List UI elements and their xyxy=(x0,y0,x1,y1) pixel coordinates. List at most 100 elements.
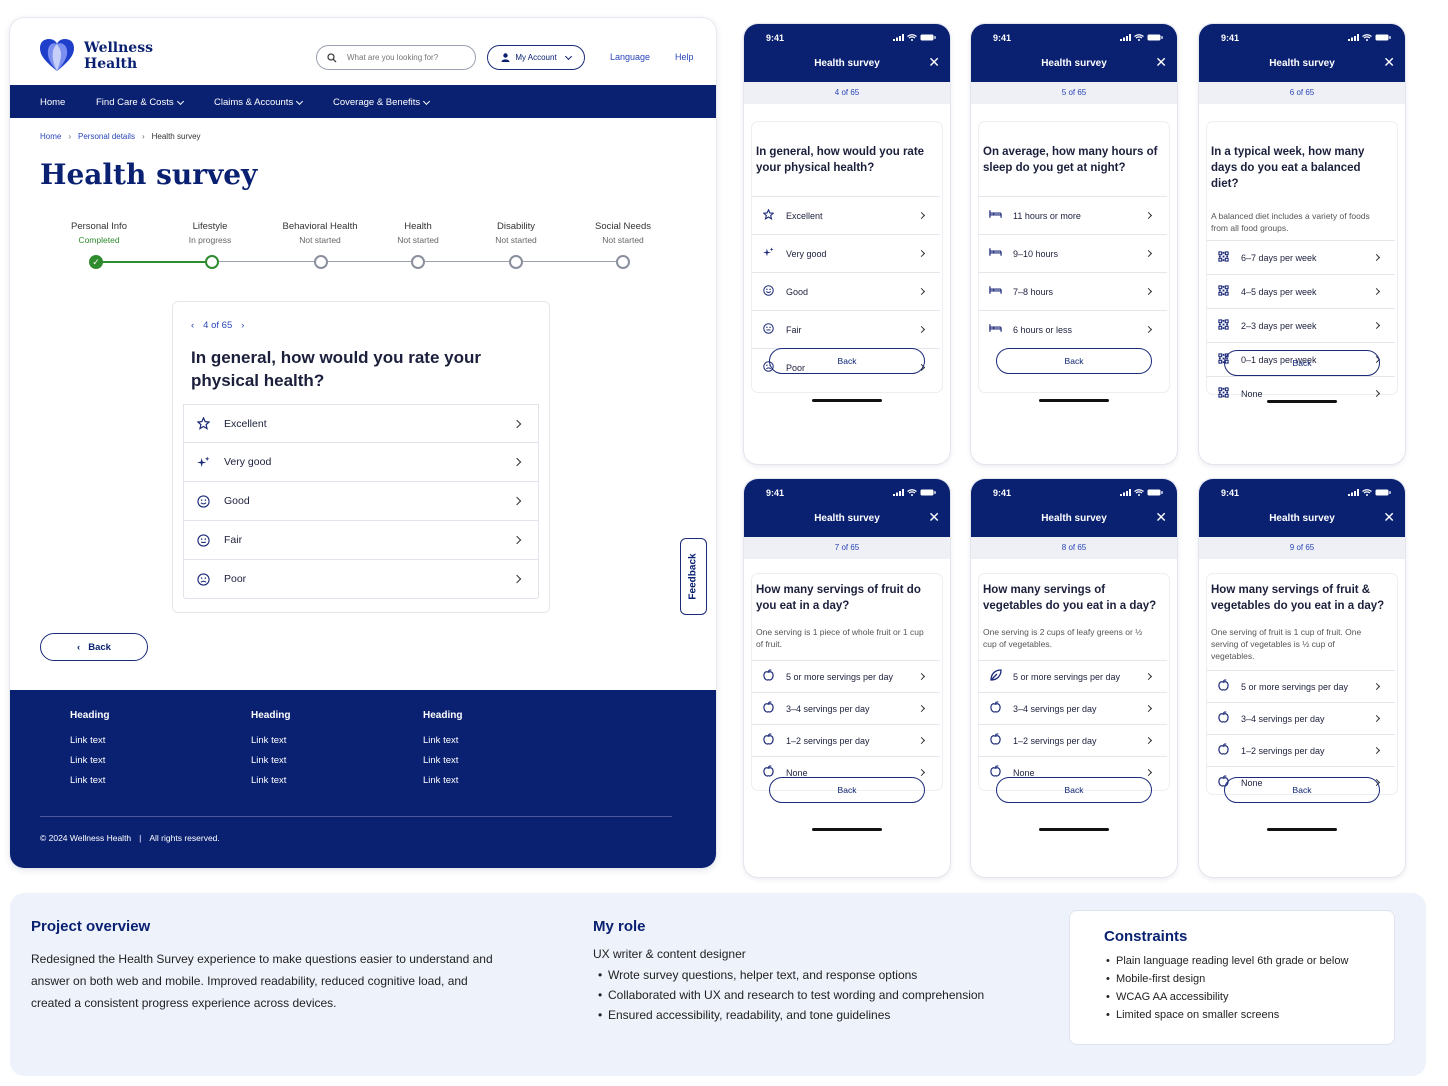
stepper-line-complete xyxy=(96,261,212,263)
chevron-right-icon xyxy=(1144,249,1153,258)
option-label: Very good xyxy=(224,456,272,468)
phone-title: Health survey xyxy=(1269,58,1335,69)
option-item[interactable]: 3–4 servings per day xyxy=(1207,702,1395,734)
footer-link[interactable]: Link text xyxy=(423,775,462,786)
nav-find-care[interactable]: Find Care & Costs xyxy=(96,97,184,108)
footer-link[interactable]: Link text xyxy=(423,755,462,766)
chevron-down-icon xyxy=(296,97,304,105)
status-time: 9:41 xyxy=(1221,33,1240,43)
search-field[interactable] xyxy=(316,45,476,70)
option-label: 3–4 servings per day xyxy=(786,703,870,714)
option-item[interactable]: None xyxy=(1207,376,1395,410)
close-icon[interactable]: ✕ xyxy=(928,54,940,71)
option-item[interactable]: Excellent xyxy=(752,196,940,234)
option-good[interactable]: Good xyxy=(183,482,539,521)
footer-link[interactable]: Link text xyxy=(70,735,109,746)
footer-link[interactable]: Link text xyxy=(251,755,290,766)
option-item[interactable]: 5 or more servings per day xyxy=(979,660,1167,692)
close-icon[interactable]: ✕ xyxy=(1155,509,1167,526)
option-item[interactable]: 3–4 servings per day xyxy=(752,692,940,724)
option-poor[interactable]: Poor xyxy=(183,560,539,599)
phone-header: 9:41 Health survey ✕ xyxy=(744,479,950,537)
close-icon[interactable]: ✕ xyxy=(1383,509,1395,526)
footer-link[interactable]: Link text xyxy=(251,735,290,746)
phone-header: 9:41 Health survey ✕ xyxy=(1199,479,1405,537)
chevron-right-icon xyxy=(512,574,522,584)
option-label: Good xyxy=(786,286,809,297)
back-button[interactable]: Back xyxy=(769,777,925,803)
back-button[interactable]: Back xyxy=(996,348,1152,374)
close-icon[interactable]: ✕ xyxy=(1383,54,1395,71)
prev-question-icon[interactable]: ‹ xyxy=(191,320,194,331)
nav-coverage[interactable]: Coverage & Benefits xyxy=(333,97,431,108)
footer-link[interactable]: Link text xyxy=(423,735,462,746)
option-item[interactable]: 6–7 days per week xyxy=(1207,240,1395,274)
breadcrumb-personal-details[interactable]: Personal details xyxy=(78,132,135,141)
breadcrumb-home[interactable]: Home xyxy=(40,132,61,141)
option-label: 5 or more servings per day xyxy=(1013,671,1121,682)
chevron-right-icon xyxy=(917,768,926,777)
back-button[interactable]: Back xyxy=(1224,777,1380,803)
option-label: 4–5 days per week xyxy=(1241,286,1317,297)
helper-text: One serving is 1 piece of whole fruit or… xyxy=(756,627,924,649)
option-item[interactable]: 3–4 servings per day xyxy=(979,692,1167,724)
chevron-right-icon xyxy=(917,211,926,220)
star-icon xyxy=(762,207,775,223)
wellness-logo-icon xyxy=(40,39,74,71)
option-item[interactable]: 1–2 servings per day xyxy=(752,724,940,756)
constraint-bullet: Mobile-first design xyxy=(1106,970,1348,988)
option-excellent[interactable]: Excellent xyxy=(183,404,539,443)
footer-link[interactable]: Link text xyxy=(70,775,109,786)
chevron-right-icon xyxy=(1144,211,1153,220)
brand-line2: Health xyxy=(84,56,138,72)
phone-title: Health survey xyxy=(1269,513,1335,524)
nav-home-label: Home xyxy=(40,97,66,108)
phone-header: 9:41 Health survey ✕ xyxy=(744,24,950,82)
option-item[interactable]: 7–8 hours xyxy=(979,272,1167,310)
close-icon[interactable]: ✕ xyxy=(1155,54,1167,71)
language-link[interactable]: Language xyxy=(610,52,650,62)
back-button[interactable]: Back xyxy=(1224,350,1380,376)
footer-link[interactable]: Link text xyxy=(70,755,109,766)
back-button[interactable]: Back xyxy=(769,348,925,374)
chevron-right-icon xyxy=(1144,704,1153,713)
wifi-icon xyxy=(1362,34,1372,41)
option-very-good[interactable]: Very good xyxy=(183,443,539,482)
home-indicator xyxy=(812,828,882,831)
option-item[interactable]: Fair xyxy=(752,310,940,348)
my-account-button[interactable]: My Account xyxy=(487,45,585,70)
user-icon xyxy=(501,53,510,62)
option-item[interactable]: 11 hours or more xyxy=(979,196,1167,234)
back-button[interactable]: ‹ Back xyxy=(40,633,148,661)
smile-icon xyxy=(762,284,775,299)
footer-link[interactable]: Link text xyxy=(251,775,290,786)
question-card: ‹ 4 of 65 › In general, how would you ra… xyxy=(172,301,550,613)
option-item[interactable]: Very good xyxy=(752,234,940,272)
option-item[interactable]: Good xyxy=(752,272,940,310)
feedback-label: Feedback xyxy=(688,553,700,600)
next-question-icon[interactable]: › xyxy=(241,320,244,331)
option-item[interactable]: 2–3 days per week xyxy=(1207,308,1395,342)
option-item[interactable]: 5 or more servings per day xyxy=(1207,670,1395,702)
status-icons xyxy=(893,489,936,496)
nav-home[interactable]: Home xyxy=(40,97,65,108)
close-icon[interactable]: ✕ xyxy=(928,509,940,526)
option-item[interactable]: 4–5 days per week xyxy=(1207,274,1395,308)
phone-title: Health survey xyxy=(1041,58,1107,69)
option-item[interactable]: 6 hours or less xyxy=(979,310,1167,348)
option-item[interactable]: 1–2 servings per day xyxy=(1207,734,1395,766)
search-input[interactable] xyxy=(347,53,467,62)
phone-screen: 9:41 Health survey ✕ 5 of 65 On average, how… xyxy=(971,24,1177,464)
feedback-tab[interactable]: Feedback xyxy=(680,538,707,615)
help-link[interactable]: Help xyxy=(675,52,694,62)
option-fair[interactable]: Fair xyxy=(183,521,539,560)
question-progress: 8 of 65 xyxy=(971,537,1177,559)
chevron-right-icon xyxy=(917,325,926,334)
option-item[interactable]: 9–10 hours xyxy=(979,234,1167,272)
battery-icon xyxy=(1147,34,1163,41)
option-item[interactable]: 5 or more servings per day xyxy=(752,660,940,692)
back-button[interactable]: Back xyxy=(996,777,1152,803)
grid-icon xyxy=(1217,318,1230,333)
nav-claims[interactable]: Claims & Accounts xyxy=(214,97,304,108)
option-item[interactable]: 1–2 servings per day xyxy=(979,724,1167,756)
